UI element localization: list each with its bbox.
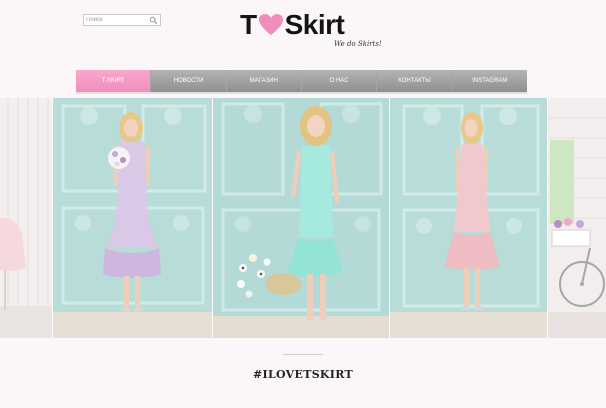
gallery-photo[interactable] bbox=[213, 98, 389, 338]
section-divider bbox=[283, 354, 323, 355]
nav-item-news[interactable]: Новости bbox=[151, 70, 227, 92]
search-icon[interactable] bbox=[149, 16, 158, 25]
nav-item-instagram[interactable]: Instagram bbox=[453, 70, 527, 92]
logo-tagline: We do Skirts! bbox=[334, 40, 382, 48]
hashtag-heading[interactable]: #ILOVETSKIRT bbox=[0, 368, 606, 381]
main-nav: T-Skirt Новости Магазин О нас Контакты I… bbox=[76, 70, 527, 92]
photo-gallery bbox=[0, 98, 606, 338]
logo[interactable]: T Skirt bbox=[240, 9, 370, 41]
nav-item-about[interactable]: О нас bbox=[302, 70, 378, 92]
heart-icon bbox=[258, 14, 283, 35]
search-input[interactable] bbox=[86, 15, 146, 25]
gallery-photo[interactable] bbox=[548, 98, 606, 338]
gallery-photo[interactable] bbox=[0, 98, 52, 338]
gallery-photo[interactable] bbox=[53, 98, 212, 338]
search-box[interactable] bbox=[83, 14, 161, 26]
nav-item-contacts[interactable]: Контакты bbox=[377, 70, 453, 92]
logo-text: Skirt bbox=[284, 9, 345, 40]
nav-item-shop[interactable]: Магазин bbox=[227, 70, 302, 92]
logo-letter: T bbox=[240, 9, 257, 40]
nav-shadow bbox=[76, 92, 527, 94]
gallery-photo[interactable] bbox=[390, 98, 547, 338]
nav-item-tskirt[interactable]: T-Skirt bbox=[76, 70, 152, 92]
